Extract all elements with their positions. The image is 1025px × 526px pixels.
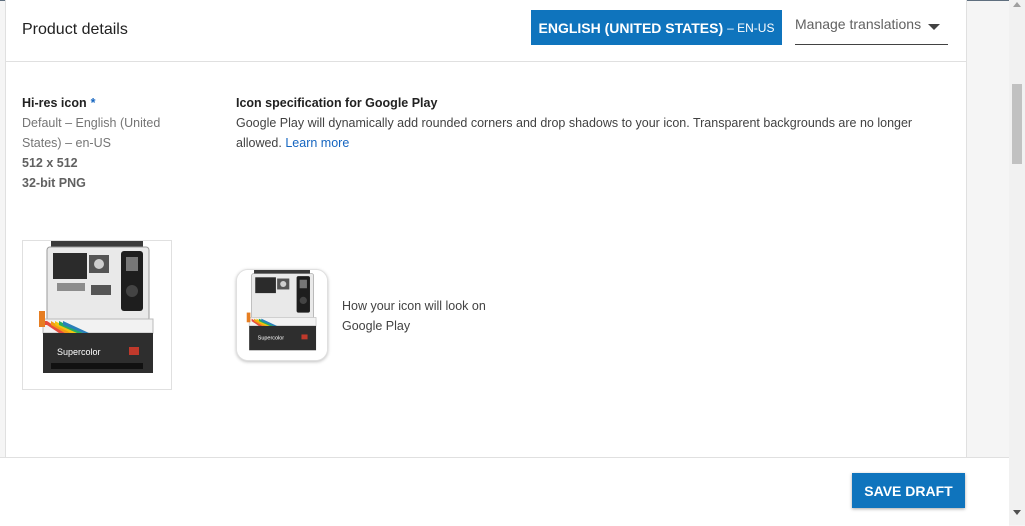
icon-preview-image: Supercolor (236, 269, 328, 361)
icon-format: 32-bit PNG (22, 176, 86, 190)
hires-icon-image[interactable]: Supercolor (22, 240, 172, 390)
language-label: ENGLISH (UNITED STATES) (538, 19, 724, 36)
required-marker: * (90, 96, 96, 110)
language-code: – EN-US (727, 20, 775, 35)
footer-bar: SAVE DRAFT (0, 457, 1009, 526)
save-draft-button[interactable]: SAVE DRAFT (852, 473, 965, 508)
camera-preview-brand-text: Supercolor (258, 335, 285, 341)
icon-size: 512 x 512 (22, 156, 78, 170)
spec-title: Icon specification for Google Play (236, 96, 438, 110)
product-details-card: Product details ENGLISH (UNITED STATES) … (5, 0, 967, 525)
manage-translations-label: Manage translations (795, 16, 922, 32)
preview-caption: How your icon will look on Google Play (342, 299, 486, 333)
manage-translations-dropdown[interactable]: Manage translations (795, 16, 948, 45)
camera-preview-icon: Supercolor (237, 270, 327, 360)
camera-icon: Supercolor (23, 241, 171, 389)
hires-icon-label: Hi-res icon (22, 96, 87, 110)
scroll-up-icon[interactable] (1013, 2, 1021, 7)
scroll-down-icon[interactable] (1013, 510, 1021, 515)
caret-down-icon (928, 24, 940, 30)
hires-icon-meta: Hi-res icon * Default – English (United S… (22, 93, 202, 193)
card-header: Product details ENGLISH (UNITED STATES) … (6, 0, 966, 62)
icon-spec: Icon specification for Google Play Googl… (236, 93, 956, 153)
learn-more-link[interactable]: Learn more (285, 136, 349, 150)
scrollbar[interactable] (1009, 0, 1025, 525)
scroll-thumb[interactable] (1012, 84, 1022, 164)
default-language-text: Default – English (United States) – en-U… (22, 116, 161, 150)
page-title: Product details (22, 21, 128, 38)
camera-brand-text: Supercolor (57, 347, 101, 357)
language-button[interactable]: ENGLISH (UNITED STATES) – EN-US (531, 10, 782, 45)
